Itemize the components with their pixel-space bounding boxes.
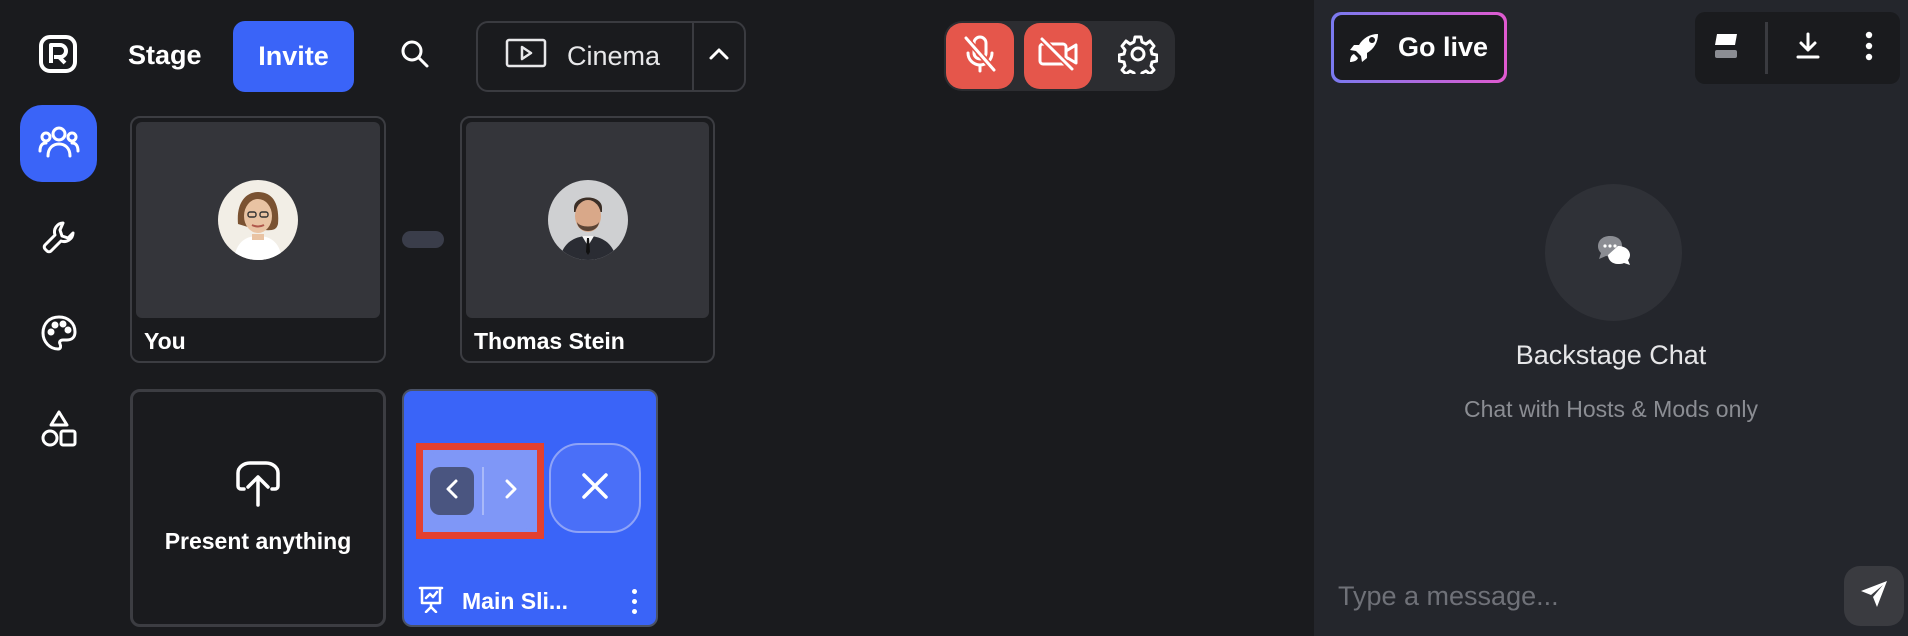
slide-nav-controls [416,443,544,539]
upload-icon [236,461,280,512]
camera-off-icon [1037,35,1079,77]
banner-button[interactable] [1695,12,1756,84]
video-frame-icon [505,38,547,75]
video-placeholder [466,122,709,318]
tile-divider [402,231,444,248]
wrench-icon [41,219,77,260]
slides-footer: Main Sli... [418,585,644,617]
media-controls [944,21,1175,91]
invite-button[interactable]: Invite [233,21,354,92]
rail-elements-button[interactable] [20,393,97,470]
rail-tools-button[interactable] [20,201,97,278]
chat-subtitle: Chat with Hosts & Mods only [1463,396,1758,422]
layout-dropdown-button[interactable] [692,23,744,90]
avatar [218,180,298,260]
rocket-icon [1348,32,1380,64]
camera-toggle-button[interactable] [1024,23,1092,89]
present-anything-label: Present anything [164,528,352,554]
chevron-up-icon [708,47,730,66]
chat-panel: Go live Backstage Chat Chat with Hosts &… [1314,0,1908,636]
video-placeholder [136,122,380,318]
download-button[interactable] [1777,12,1838,84]
more-menu-button[interactable] [1839,12,1900,84]
rail-brand-button[interactable] [20,297,97,374]
presentation-icon [418,585,444,618]
palette-icon [40,314,78,357]
mic-off-icon [962,34,998,79]
shapes-icon [39,409,79,454]
more-options-button[interactable] [624,588,644,614]
layout-label: Cinema [567,41,661,71]
download-icon [1795,32,1821,65]
participant-tile-you[interactable]: You [130,116,386,363]
participant-tile-thomas-stein[interactable]: Thomas Stein [460,116,715,363]
stage-label: Stage [128,40,202,70]
chat-bubbles-icon [1596,234,1632,271]
present-anything-tile[interactable]: Present anything [130,389,386,627]
mic-toggle-button[interactable] [946,23,1014,89]
avatar [547,180,628,260]
chat-empty-illustration [1545,184,1682,321]
send-message-button[interactable] [1844,566,1904,626]
app-logo-icon[interactable] [38,34,78,74]
rail-people-button[interactable] [20,105,97,182]
close-icon [580,471,610,506]
participant-name: Thomas Stein [474,328,625,354]
toolbar-divider [1765,22,1769,74]
message-input[interactable] [1338,576,1808,616]
slides-tile[interactable]: Main Sli... [402,389,658,627]
banner-icon [1713,32,1739,65]
participant-name: You [144,328,186,354]
search-button[interactable] [398,36,432,76]
previous-slide-button[interactable] [430,467,474,515]
layout-selector: Cinema [476,21,746,92]
search-icon [400,39,430,74]
chat-title: Backstage Chat [1515,340,1707,370]
go-live-button[interactable]: Go live [1331,12,1507,83]
gear-icon [1117,34,1159,79]
slides-title: Main Sli... [462,587,569,614]
panel-toolbar [1695,12,1900,84]
layout-button[interactable]: Cinema [478,23,692,90]
slide-nav-group [426,453,534,529]
send-icon [1859,579,1889,614]
nav-divider [482,467,484,515]
go-live-label: Go live [1398,32,1489,62]
settings-button[interactable] [1104,23,1172,89]
people-icon [38,123,80,164]
chevron-right-icon [504,478,518,505]
close-slides-button[interactable] [549,443,641,533]
more-vertical-icon [1865,31,1873,66]
next-slide-button[interactable] [494,467,528,515]
chevron-left-icon [445,478,459,505]
